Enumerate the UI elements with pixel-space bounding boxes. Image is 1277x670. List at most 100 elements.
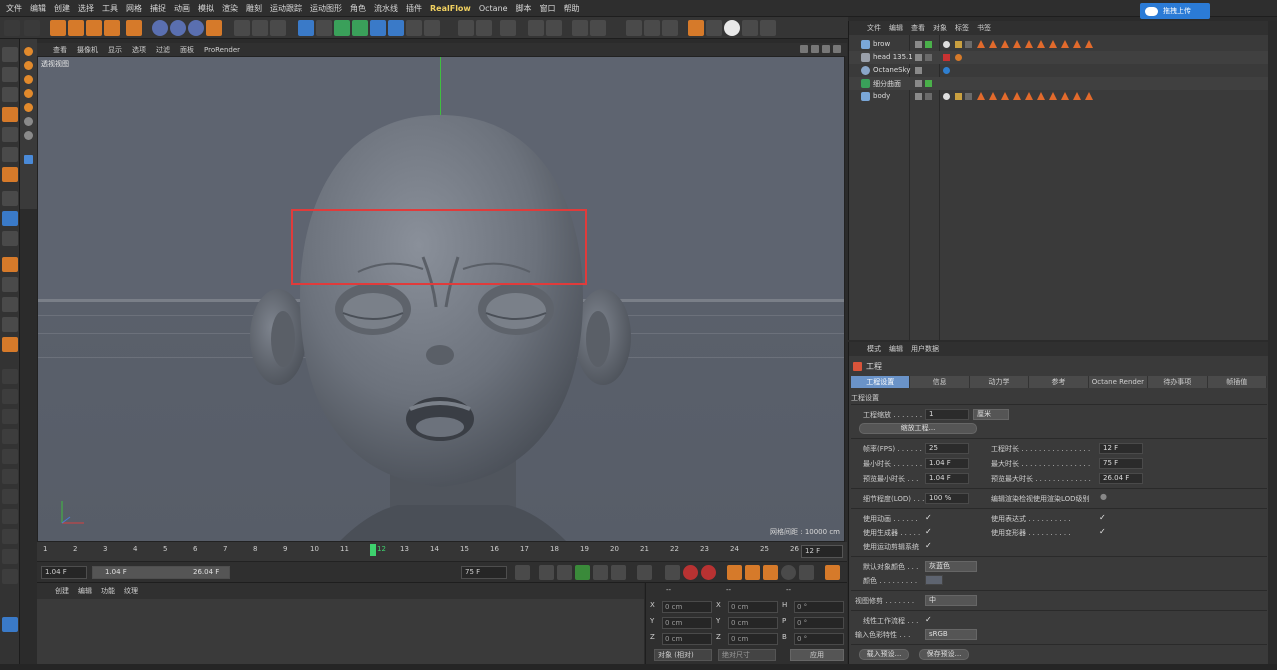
octane-light-icon[interactable] [590,20,606,36]
inflate-icon[interactable] [2,389,18,404]
tab-dynamics[interactable]: 动力学 [969,376,1030,388]
coord-mode-select[interactable]: 对象 (相对) [654,649,712,661]
vp-menu-filter[interactable]: 过滤 [156,45,170,55]
upload-button[interactable]: 拖拽上传 [1140,3,1210,19]
key-scale-icon[interactable] [745,565,760,580]
checker-tag-icon[interactable] [965,41,972,48]
input-color-select[interactable]: sRGB [925,629,977,640]
coord-system-icon[interactable] [206,20,222,36]
weight-tag-icon[interactable] [989,92,997,100]
material-tag-icon[interactable] [955,54,962,61]
render-view-icon[interactable] [234,20,250,36]
position-z-field[interactable]: 0 cm [662,633,712,645]
am-menu-edit[interactable]: 编辑 [889,344,903,354]
vp-menu-display[interactable]: 显示 [108,45,122,55]
flatten-icon[interactable] [2,409,18,424]
vp-menu-camera[interactable]: 摄像机 [77,45,98,55]
layer-dot-icon[interactable] [24,75,33,84]
array-icon[interactable] [352,20,368,36]
weight-tag-icon[interactable] [1037,40,1045,48]
mat-menu-texture[interactable]: 纹理 [124,586,138,596]
size-mode-select[interactable]: 绝对尺寸 [718,649,776,661]
timeline[interactable]: 1 2 3 4 5 6 7 8 9 10 11 12 13 14 15 16 1… [37,542,847,562]
project-length-field[interactable]: 12 F [1099,443,1143,454]
menu-pipeline[interactable]: 流水线 [374,3,398,14]
layer-dot-icon[interactable] [24,47,33,56]
tab-todo[interactable]: 待办事项 [1148,376,1208,388]
play-icon[interactable] [575,565,590,580]
workplane-icon[interactable] [2,107,18,122]
om-menu-view[interactable]: 查看 [911,23,925,33]
menu-help[interactable]: 帮助 [564,3,580,14]
am-menu-userdata[interactable]: 用户数据 [911,344,939,354]
menu-mesh[interactable]: 网格 [126,3,142,14]
size-x-field[interactable]: 0 cm [728,601,778,613]
snap-icon[interactable] [2,211,18,226]
max-time-field[interactable]: 75 F [1099,458,1143,469]
object-name[interactable]: body [873,92,890,100]
sculpt-tool-icon[interactable] [2,257,18,272]
weight-tag-icon[interactable] [977,40,985,48]
floor-icon[interactable] [388,20,404,36]
weight-tag-icon[interactable] [1061,92,1069,100]
octane-settings-icon[interactable] [546,20,562,36]
z-axis-icon[interactable] [188,20,204,36]
object-name[interactable]: 细分曲面 [873,79,901,89]
preview-min-field[interactable]: 1.04 F [925,473,969,484]
menu-realflow[interactable]: RealFlow [430,4,471,13]
pose-tag-icon[interactable] [955,41,962,48]
weight-tag-icon[interactable] [989,40,997,48]
weight-tag-icon[interactable] [1073,40,1081,48]
scale-tool-icon[interactable] [86,20,102,36]
hair-icon[interactable] [500,20,516,36]
lod-field[interactable]: 100 % [925,493,969,504]
a-tag-icon[interactable] [943,93,950,100]
timeline-end-frame[interactable]: 12 F [801,545,843,558]
om-menu-file[interactable]: 文件 [867,23,881,33]
position-x-field[interactable]: 0 cm [662,601,712,613]
redo-icon[interactable] [24,20,40,36]
key-pla-icon[interactable] [799,565,814,580]
vp-menu-view[interactable]: 查看 [53,45,67,55]
default-color-select[interactable]: 灰蓝色 [925,561,977,572]
select-tool-icon[interactable] [50,20,66,36]
light-icon[interactable] [424,20,440,36]
knife-icon[interactable] [2,317,18,332]
polygon-mode-icon[interactable] [2,167,18,182]
layer-dot-icon[interactable] [24,103,33,112]
maximize-icon[interactable] [833,45,841,53]
om-menu-edit[interactable]: 编辑 [889,23,903,33]
visibility-dot-icon[interactable] [915,67,922,74]
render-settings-icon[interactable] [270,20,286,36]
menu-file[interactable]: 文件 [6,3,22,14]
wax-icon[interactable] [2,509,18,524]
om-menu-objects[interactable]: 对象 [933,23,947,33]
object-row-octanesky[interactable]: OctaneSky [849,64,1269,77]
menu-character[interactable]: 角色 [350,3,366,14]
mograph-icon[interactable] [458,20,474,36]
zoom-icon[interactable] [760,20,776,36]
material-manager[interactable]: 创建 编辑 功能 纹理 [37,583,644,670]
key-position-icon[interactable] [727,565,742,580]
edge-mode-icon[interactable] [2,147,18,162]
a-tag-icon[interactable] [943,41,950,48]
rotation-b-field[interactable]: 0 ° [794,633,844,645]
cube-icon[interactable] [298,20,314,36]
grab-icon[interactable] [2,449,18,464]
layout-icon[interactable] [2,617,18,632]
sun-icon[interactable] [724,20,740,36]
weight-tag-icon[interactable] [1049,40,1057,48]
checker-tag-icon[interactable] [925,54,932,61]
preview-max-field[interactable]: 26.04 F [1099,473,1143,484]
view-clip-select[interactable]: 中 [925,595,977,606]
record-icon[interactable] [683,565,698,580]
tab-info[interactable]: 信息 [910,376,970,388]
am-menu-mode[interactable]: 模式 [867,344,881,354]
amplify-icon[interactable] [2,549,18,564]
undo-icon[interactable] [4,20,20,36]
om-menu-bookmarks[interactable]: 书签 [977,23,991,33]
weight-tag-icon[interactable] [1073,92,1081,100]
menu-window[interactable]: 窗口 [540,3,556,14]
render-lod-checkbox[interactable]: ● [1100,492,1107,501]
menu-octane[interactable]: Octane [479,4,508,13]
